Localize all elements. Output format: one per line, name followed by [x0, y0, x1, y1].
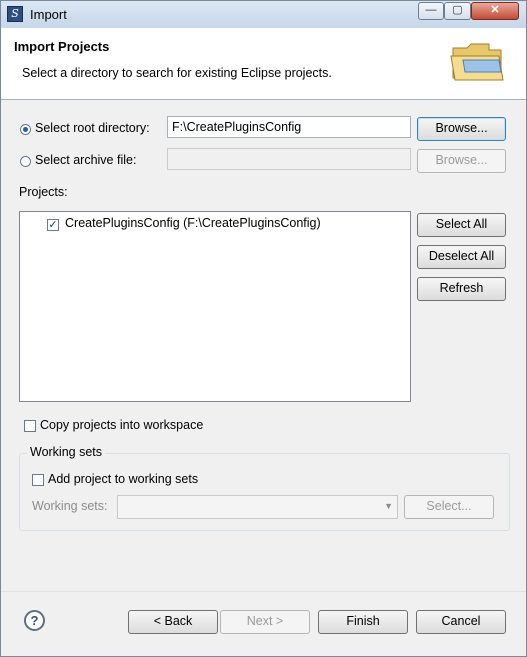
- add-to-working-sets-label: Add project to working sets: [48, 472, 199, 486]
- project-checkbox[interactable]: ✓: [47, 219, 59, 231]
- refresh-button[interactable]: Refresh: [417, 277, 506, 301]
- archive-file-label: Select archive file:: [35, 153, 137, 167]
- eclipse-app-icon: S: [7, 6, 23, 22]
- footer-separator: [1, 591, 526, 592]
- wizard-banner: Import Projects Select a directory to se…: [1, 28, 526, 100]
- archive-file-field[interactable]: [167, 148, 411, 170]
- maximize-button[interactable]: ▢: [444, 2, 471, 20]
- root-directory-field[interactable]: F:\CreatePluginsConfig: [167, 116, 411, 138]
- working-sets-group: [19, 453, 510, 531]
- folder-icon: [450, 43, 504, 81]
- copy-projects-label: Copy projects into workspace: [40, 418, 204, 432]
- archive-browse-button[interactable]: Browse...: [417, 149, 506, 173]
- projects-label: Projects:: [19, 185, 68, 199]
- next-button[interactable]: Next >: [220, 610, 310, 634]
- page-title: Import Projects: [14, 39, 110, 54]
- import-dialog: S Import — ▢ ✕ Import Projects Select a …: [0, 0, 527, 657]
- working-sets-select-button[interactable]: Select...: [404, 495, 494, 519]
- root-browse-button[interactable]: Browse...: [417, 117, 506, 141]
- root-directory-radio[interactable]: [20, 124, 31, 135]
- deselect-all-button[interactable]: Deselect All: [417, 245, 506, 269]
- finish-button[interactable]: Finish: [318, 610, 408, 634]
- working-sets-group-title: Working sets: [27, 445, 106, 459]
- minimize-button[interactable]: —: [418, 2, 444, 20]
- add-to-working-sets-checkbox[interactable]: [32, 474, 44, 486]
- cancel-button[interactable]: Cancel: [416, 610, 506, 634]
- help-icon[interactable]: ?: [24, 610, 45, 631]
- window-title: Import: [30, 7, 67, 22]
- archive-file-radio[interactable]: [20, 156, 31, 167]
- title-bar[interactable]: S Import — ▢ ✕: [1, 1, 526, 28]
- projects-list[interactable]: ✓ CreatePluginsConfig (F:\CreatePluginsC…: [19, 211, 411, 402]
- working-sets-combo[interactable]: ▼: [117, 495, 398, 519]
- page-description: Select a directory to search for existin…: [22, 66, 332, 80]
- chevron-down-icon: ▼: [384, 501, 393, 511]
- close-button[interactable]: ✕: [471, 2, 519, 20]
- back-button[interactable]: < Back: [128, 610, 218, 634]
- copy-projects-checkbox[interactable]: [24, 420, 36, 432]
- project-item-label[interactable]: CreatePluginsConfig (F:\CreatePluginsCon…: [65, 216, 321, 230]
- working-sets-label: Working sets:: [32, 499, 108, 513]
- select-all-button[interactable]: Select All: [417, 213, 506, 237]
- root-directory-label: Select root directory:: [35, 121, 150, 135]
